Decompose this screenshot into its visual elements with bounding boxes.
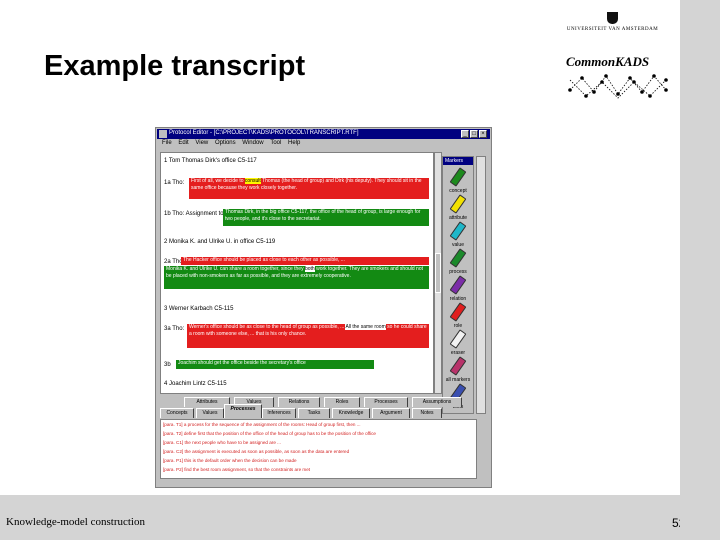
segment-highlight: both: [304, 266, 315, 272]
footer-text: Knowledge-model construction: [6, 516, 145, 528]
palette-title: Markers: [443, 157, 473, 165]
slide: Example transcript UNIVERSITEIT VAN AMST…: [0, 0, 685, 540]
window-titlebar[interactable]: Protocol Editor - [C:\PROJECT\KADS\PROTO…: [157, 129, 490, 139]
tab-processes-back[interactable]: Processes: [364, 397, 408, 407]
university-logo: UNIVERSITEIT VAN AMSTERDAM: [565, 12, 660, 40]
speaker-label: 3b: [164, 362, 171, 368]
marker-palette: Markers concept attribute value process rela…: [442, 156, 474, 414]
segment-text: First of all, we decide to: [191, 178, 244, 184]
marker-pen-icon: [449, 329, 467, 349]
segment-text: that is his only chance.: [255, 331, 307, 337]
marker-value[interactable]: value: [445, 221, 471, 248]
commonkads-network-icon: [568, 74, 668, 99]
annotation-line[interactable]: [para. T1] a process for the sequence of…: [163, 422, 361, 427]
tab-concepts[interactable]: Concepts: [160, 408, 194, 418]
window-title: Protocol Editor - [C:\PROJECT\KADS\PROTO…: [169, 130, 359, 136]
segment-text: Thomas Dirk, in the big office C5-117, t…: [225, 209, 378, 215]
transcript-document[interactable]: 1 Tom Thomas Dirk's office C5-117 1a Tho…: [160, 152, 434, 394]
speaker-label: 1a Tho:: [164, 180, 185, 186]
marker-role[interactable]: role: [445, 302, 471, 329]
slide-title: Example transcript: [44, 50, 306, 82]
right-margin-bar: [680, 0, 720, 540]
annotation-panel[interactable]: [para. T1] a process for the sequence of…: [160, 419, 477, 479]
transcript-line: 1 Tom Thomas Dirk's office C5-117: [164, 158, 257, 164]
marker-pen-icon: [449, 275, 467, 295]
marker-pen-icon: [449, 194, 467, 214]
protocol-editor-window: Protocol Editor - [C:\PROJECT\KADS\PROTO…: [155, 127, 492, 488]
tab-row-front: Concepts Values Processes Inferences Tas…: [160, 404, 460, 418]
segment-text: Joachim should get the office beside the…: [178, 360, 306, 366]
annotation-line[interactable]: [para. C1] the next people who have to b…: [163, 440, 281, 445]
university-shield-icon: [607, 12, 618, 24]
commonkads-logo-text: CommonKADS: [566, 54, 650, 69]
minimize-button[interactable]: _: [461, 130, 469, 138]
annotation-line[interactable]: [para. C2] the assignment is executed as…: [163, 449, 349, 454]
transcript-line: 3 Werner Karbach C5-115: [164, 306, 234, 312]
menu-options[interactable]: Options: [215, 140, 236, 146]
marker-pen-icon: [449, 248, 467, 268]
menu-help[interactable]: Help: [288, 140, 300, 146]
commonkads-logo: CommonKADS: [566, 54, 674, 100]
marker-eraser[interactable]: eraser: [445, 329, 471, 356]
tab-argument[interactable]: Argument: [372, 408, 410, 418]
scrollbar-thumb[interactable]: [435, 253, 441, 293]
transcript-line: 4 Joachim Lintz C5-115: [164, 381, 227, 387]
menu-edit[interactable]: Edit: [178, 140, 188, 146]
tab-tasks[interactable]: Tasks: [298, 408, 330, 418]
menu-file[interactable]: File: [162, 140, 172, 146]
annotation-line[interactable]: [para. T2] define first that the positio…: [163, 431, 376, 436]
marker-process[interactable]: process: [445, 248, 471, 275]
tab-knowledge[interactable]: Knowledge: [332, 408, 370, 418]
tab-processes[interactable]: Processes: [224, 404, 262, 418]
marker-pen-icon: [449, 302, 467, 322]
segment-role[interactable]: The Hacker office should be placed as cl…: [181, 257, 429, 265]
marker-pen-icon: [449, 356, 467, 376]
segment-text: Thomas (the head of group) and Dirk (his: [262, 178, 354, 184]
segment-text: Werner's office should be as close to th…: [189, 324, 345, 330]
maximize-button[interactable]: □: [470, 130, 478, 138]
menu-window[interactable]: Window: [242, 140, 263, 146]
tab-row-back: Attributes Values Relations Roles Proces…: [184, 397, 462, 407]
marker-relation[interactable]: relation: [445, 275, 471, 302]
tab-values-front[interactable]: Values: [196, 408, 224, 418]
menu-view[interactable]: View: [195, 140, 208, 146]
marker-concept[interactable]: concept: [445, 167, 471, 194]
palette-scrollbar[interactable]: [476, 156, 486, 414]
segment-role[interactable]: Werner's office should be as close to th…: [187, 324, 429, 348]
marker-all-markers[interactable]: all markers: [445, 356, 471, 383]
app-icon[interactable]: [159, 130, 167, 138]
speaker-label: 3a Tho:: [164, 326, 185, 332]
tab-notes[interactable]: Notes: [412, 408, 442, 418]
document-scrollbar[interactable]: [434, 152, 442, 394]
speaker-label: 1b Tho: Assignment to: [164, 211, 224, 217]
tab-relations[interactable]: Relations: [278, 397, 320, 407]
menu-bar: File Edit View Options Window Tool Help: [157, 140, 490, 149]
segment-text: Monika K. and Ulrike U. can share a room…: [166, 266, 304, 272]
tab-assumptions[interactable]: Assumptions: [412, 397, 462, 407]
segment-text: and they are extremely cooperative.: [271, 273, 351, 279]
marker-pen-icon: [449, 167, 467, 187]
marker-attribute[interactable]: attribute: [445, 194, 471, 221]
segment-highlight: consult: [244, 178, 261, 184]
menu-tool[interactable]: Tool: [270, 140, 281, 146]
segment-process[interactable]: Thomas Dirk, in the big office C5-117, t…: [223, 209, 429, 226]
segment-highlight: All the same room: [345, 324, 386, 330]
annotation-line[interactable]: [para. P2] find the best room assignment…: [163, 467, 310, 472]
annotation-line[interactable]: [para. P1] this is the default order whe…: [163, 458, 297, 463]
university-logo-text: UNIVERSITEIT VAN AMSTERDAM: [566, 27, 659, 32]
tab-roles[interactable]: Roles: [324, 397, 360, 407]
segment-process[interactable]: Joachim should get the office beside the…: [176, 360, 374, 369]
tab-inferences[interactable]: Inferences: [262, 408, 296, 418]
segment-role[interactable]: First of all, we decide to consult Thoma…: [189, 178, 429, 199]
marker-pen-icon: [449, 221, 467, 241]
segment-text: The Hacker office should be placed as cl…: [183, 257, 345, 263]
close-button[interactable]: ×: [479, 130, 487, 138]
segment-process[interactable]: Monika K. and Ulrike U. can share a room…: [164, 266, 429, 289]
transcript-line: 2 Monika K. and Ulrike U. in office C5-1…: [164, 239, 276, 245]
